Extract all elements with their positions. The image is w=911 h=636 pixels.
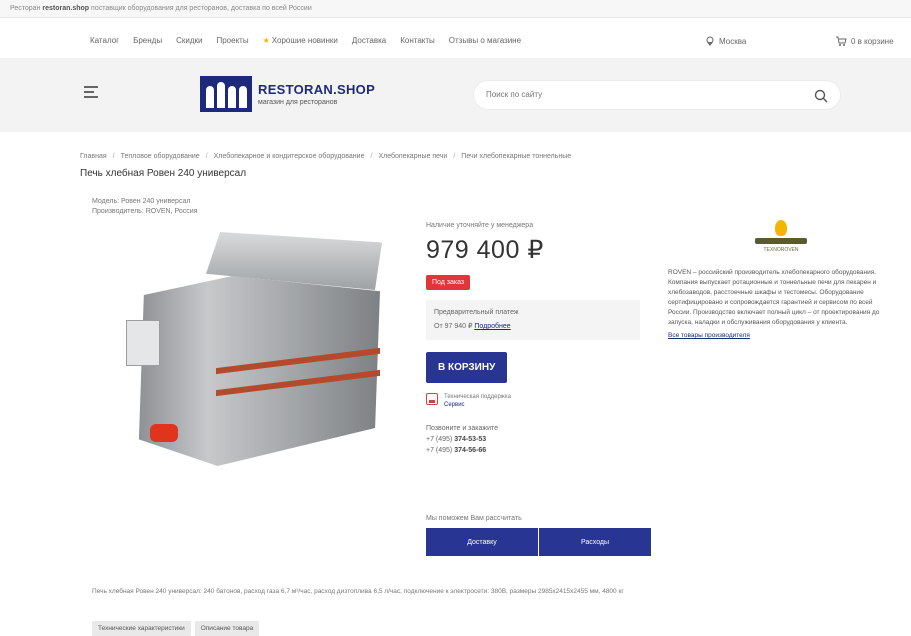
- price-hint: Наличие уточняйте у менеджера: [426, 222, 534, 229]
- manufacturer-logo-text: TEXNOROVEN: [763, 247, 799, 253]
- page-title: Печь хлебная Ровен 240 универсал: [80, 168, 247, 179]
- prepayment-value: От 97 940 ₽: [434, 323, 473, 330]
- search-box: [473, 80, 841, 110]
- tab-description[interactable]: Описание товара: [194, 621, 260, 636]
- announcement-text: поставщик оборудования для ресторанов, д…: [91, 5, 312, 12]
- logo-mark-icon: [200, 76, 252, 112]
- nav-link-contacts[interactable]: Контакты: [400, 36, 435, 45]
- city-name: Москва: [719, 36, 747, 46]
- cart-link[interactable]: 0 в корзине: [836, 36, 894, 46]
- product-image[interactable]: [120, 232, 386, 472]
- location-pin-icon: [706, 36, 714, 46]
- phone-line-1[interactable]: +7 (495) 374-53-53: [426, 434, 646, 445]
- manufacturer-products-link[interactable]: Все товары производителя: [668, 332, 894, 339]
- search-icon[interactable]: [814, 89, 828, 103]
- city-selector[interactable]: Москва: [705, 36, 746, 46]
- menu-burger-icon[interactable]: [84, 86, 98, 98]
- search-input[interactable]: [486, 90, 786, 99]
- calculation-label: Мы поможем Вам рассчитать: [426, 515, 522, 522]
- add-to-cart-button[interactable]: В КОРЗИНУ: [426, 352, 508, 383]
- top-navigation: Каталог Бренды Скидки Проекты Хорошие но…: [0, 30, 911, 54]
- cart-icon: [836, 36, 847, 46]
- phone-line-2[interactable]: +7 (495) 374-56-66: [426, 445, 646, 456]
- nav-link-reviews[interactable]: Отзывы о магазине: [449, 36, 521, 45]
- support-link[interactable]: Сервис: [444, 402, 465, 408]
- nav-link-new-products[interactable]: Хорошие новинки: [263, 36, 338, 45]
- logo-subtitle: магазин для ресторанов: [258, 99, 338, 106]
- support-icon: [426, 393, 438, 405]
- calculation-block: Мы поможем Вам рассчитать Доставку Расхо…: [426, 515, 652, 556]
- breadcrumb-item[interactable]: Тепловое оборудование: [121, 153, 200, 160]
- nav-link-catalog[interactable]: Каталог: [90, 36, 119, 45]
- manufacturer-description: ROVEN – российский производитель хлебопе…: [668, 269, 880, 326]
- phone-block: Позвоните и закажите +7 (495) 374-53-53 …: [426, 423, 646, 456]
- flame-icon: [775, 220, 787, 236]
- purchase-panel: Наличие уточняйте у менеджера 979 400 ₽ …: [426, 222, 646, 456]
- prepayment-details-link[interactable]: Подробнее: [474, 323, 510, 330]
- nav-link-brands[interactable]: Бренды: [133, 36, 162, 45]
- top-nav-links: Каталог Бренды Скидки Проекты Хорошие но…: [90, 36, 521, 45]
- manufacturer-panel: TEXNOROVEN ROVEN – российский производит…: [668, 220, 894, 339]
- calc-costs-button[interactable]: Расходы: [539, 528, 652, 556]
- manufacturer-logo[interactable]: TEXNOROVEN: [751, 220, 811, 256]
- top-announcement-bar: Ресторан restoran.shop поставщик оборудо…: [0, 0, 911, 18]
- product-meta: Модель: Ровен 240 универсал Производител…: [92, 197, 197, 217]
- announcement-site-name: restoran.shop: [42, 5, 90, 12]
- status-badge: Под заказ: [426, 275, 471, 290]
- calc-delivery-button[interactable]: Доставку: [426, 528, 539, 556]
- site-logo[interactable]: RESTORAN.SHOP магазин для ресторанов: [200, 76, 375, 112]
- tab-specifications[interactable]: Технические характеристики: [92, 621, 191, 636]
- breadcrumb-item[interactable]: Главная: [80, 153, 107, 160]
- product-model: Модель: Ровен 240 универсал: [92, 198, 191, 205]
- short-description: Печь хлебная Ровен 240 универсал: 240 ба…: [92, 588, 624, 595]
- breadcrumb-item[interactable]: Печи хлебопекарные тоннельные: [461, 153, 571, 160]
- nav-link-projects[interactable]: Проекты: [216, 36, 248, 45]
- phones-title: Позвоните и закажите: [426, 425, 499, 432]
- prepayment-box: Предварительный платеж От 97 940 ₽ Подро…: [426, 300, 640, 340]
- announcement-prefix: Ресторан: [10, 5, 41, 12]
- product-price: 979 400 ₽: [426, 236, 544, 264]
- site-header: RESTORAN.SHOP магазин для ресторанов: [0, 58, 911, 132]
- breadcrumb: Главная Тепловое оборудование Хлебопекар…: [80, 153, 571, 160]
- breadcrumb-item[interactable]: Хлебопекарное и кондитерское оборудовани…: [214, 153, 365, 160]
- product-manufacturer: Производитель: ROVEN, Россия: [92, 208, 198, 215]
- logo-title: RESTORAN.SHOP: [258, 82, 376, 97]
- prepayment-title: Предварительный платеж: [434, 309, 519, 316]
- cart-count: 0 в корзине: [851, 36, 894, 46]
- support-text: Техническая поддержка: [444, 394, 511, 400]
- support-info: Техническая поддержка Сервис: [426, 393, 646, 409]
- breadcrumb-item[interactable]: Хлебопекарные печи: [378, 153, 447, 160]
- nav-link-discounts[interactable]: Скидки: [176, 36, 202, 45]
- nav-link-delivery[interactable]: Доставка: [352, 36, 386, 45]
- product-tabs: Технические характеристики Описание това…: [92, 621, 260, 636]
